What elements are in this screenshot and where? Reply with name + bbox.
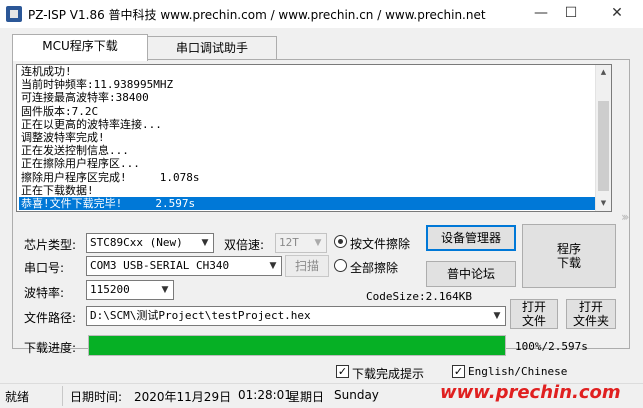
status-divider	[62, 386, 63, 406]
download-button-line2: 下载	[556, 256, 581, 270]
english-chinese-label[interactable]: English/Chinese	[468, 365, 567, 378]
chip-type-value: STC89Cxx (New)	[90, 236, 183, 249]
chevron-down-icon: ▼	[314, 238, 322, 248]
log-line: 擦除用户程序区完成! 1.078s	[21, 170, 200, 184]
title-bar: PZ-ISP V1.86 普中科技 www.prechin.com / www.…	[0, 0, 643, 28]
log-scrollbar[interactable]: ▲ ▼	[595, 65, 611, 211]
double-speed-select: 12T ▼	[275, 233, 327, 253]
log-line: 固件版本:7.2C	[21, 104, 99, 118]
erase-all-label[interactable]: 全部擦除	[350, 259, 398, 276]
chevron-down-icon: ▼	[161, 285, 169, 295]
open-file-button[interactable]: 打开 文件	[510, 299, 558, 329]
app-icon	[6, 6, 22, 22]
chip-type-label: 芯片类型:	[24, 238, 77, 252]
log-line: 可连接最高波特率:38400	[21, 91, 149, 105]
chevron-down-icon: ▼	[201, 238, 209, 248]
maximize-button[interactable]: ☐	[551, 0, 591, 28]
chevron-right-double-icon[interactable]: ›››	[621, 210, 630, 224]
device-manager-button[interactable]: 设备管理器	[426, 225, 516, 251]
status-date-label: 日期时间:	[70, 390, 123, 404]
download-button[interactable]: 程序 下载	[522, 224, 616, 288]
file-path-label: 文件路径:	[24, 311, 77, 325]
baud-value: 115200	[90, 283, 130, 296]
code-size: CodeSize:2.164KB	[366, 290, 472, 303]
erase-by-file-radio[interactable]	[334, 235, 347, 248]
baud-label: 波特率:	[24, 286, 65, 300]
progress-label: 下载进度:	[24, 341, 77, 355]
scroll-down-icon[interactable]: ▼	[596, 196, 611, 211]
log-line: 连机成功!	[21, 65, 72, 78]
erase-by-file-label[interactable]: 按文件擦除	[350, 235, 410, 252]
open-folder-line2: 文件夹	[572, 314, 609, 328]
open-file-line1: 打开	[521, 300, 546, 314]
log-line: 调整波特率完成!	[21, 130, 105, 144]
baud-select[interactable]: 115200 ▼	[86, 280, 174, 300]
double-speed-value: 12T	[279, 236, 299, 249]
chip-type-select[interactable]: STC89Cxx (New) ▼	[86, 233, 214, 253]
scroll-thumb[interactable]	[598, 101, 609, 191]
status-weekday-en: Sunday	[334, 388, 379, 402]
status-state: 就绪	[5, 390, 30, 404]
log-output[interactable]: 连机成功! 当前时钟频率:11.938995MHZ 可连接最高波特率:38400 固件…	[16, 64, 612, 212]
english-chinese-checkbox[interactable]: ✓	[452, 365, 465, 378]
log-line: 当前时钟频率:11.938995MHZ	[21, 78, 174, 92]
progress-fill	[89, 336, 505, 355]
log-line: 正在以更高的波特率连接...	[21, 117, 162, 131]
scroll-up-icon[interactable]: ▲	[596, 65, 611, 80]
scan-button[interactable]: 扫描	[285, 255, 329, 277]
watermark: www.prechin.com	[440, 382, 621, 403]
file-path-select[interactable]: D:\SCM\测试Project\testProject.hex ▼	[86, 306, 506, 326]
port-value: COM3 USB-SERIAL CH340	[90, 259, 230, 272]
download-progress-bar	[88, 335, 506, 356]
log-line: 正在下载数据!	[21, 183, 94, 197]
erase-all-radio[interactable]	[334, 259, 347, 272]
log-lines: 连机成功! 当前时钟频率:11.938995MHZ 可连接最高波特率:38400 固件…	[19, 65, 595, 211]
progress-text: 100%/2.597s	[515, 340, 588, 353]
close-button[interactable]: ✕	[597, 0, 637, 28]
window-title: PZ-ISP V1.86 普中科技 www.prechin.com / www.…	[28, 8, 486, 22]
forum-button[interactable]: 普中论坛	[426, 261, 516, 287]
download-done-tip-label[interactable]: 下载完成提示	[352, 365, 424, 382]
log-line: 恭喜!文件下载完毕! 2.597s	[19, 196, 595, 211]
open-folder-button[interactable]: 打开 文件夹	[566, 299, 616, 329]
file-path-value: D:\SCM\测试Project\testProject.hex	[90, 309, 311, 322]
port-select[interactable]: COM3 USB-SERIAL CH340 ▼	[86, 256, 282, 276]
status-date: 2020年11月29日	[134, 390, 232, 404]
download-button-line1: 程序	[556, 242, 581, 256]
status-time: 01:28:01	[238, 388, 292, 402]
status-weekday-cn: 星期日	[288, 390, 325, 404]
double-speed-label: 双倍速:	[224, 238, 265, 252]
tab-serial-assistant[interactable]: 串口调试助手	[147, 36, 277, 59]
log-line: 正在发送控制信息...	[21, 144, 129, 158]
open-file-line2: 文件	[521, 314, 546, 328]
chevron-down-icon: ▼	[493, 311, 501, 321]
tab-mcu-download[interactable]: MCU程序下载	[12, 34, 148, 61]
chevron-down-icon: ▼	[269, 261, 277, 271]
open-folder-line1: 打开	[578, 300, 603, 314]
port-label: 串口号:	[24, 261, 65, 275]
log-line: 正在擦除用户程序区...	[21, 157, 140, 171]
download-done-tip-checkbox[interactable]: ✓	[336, 365, 349, 378]
